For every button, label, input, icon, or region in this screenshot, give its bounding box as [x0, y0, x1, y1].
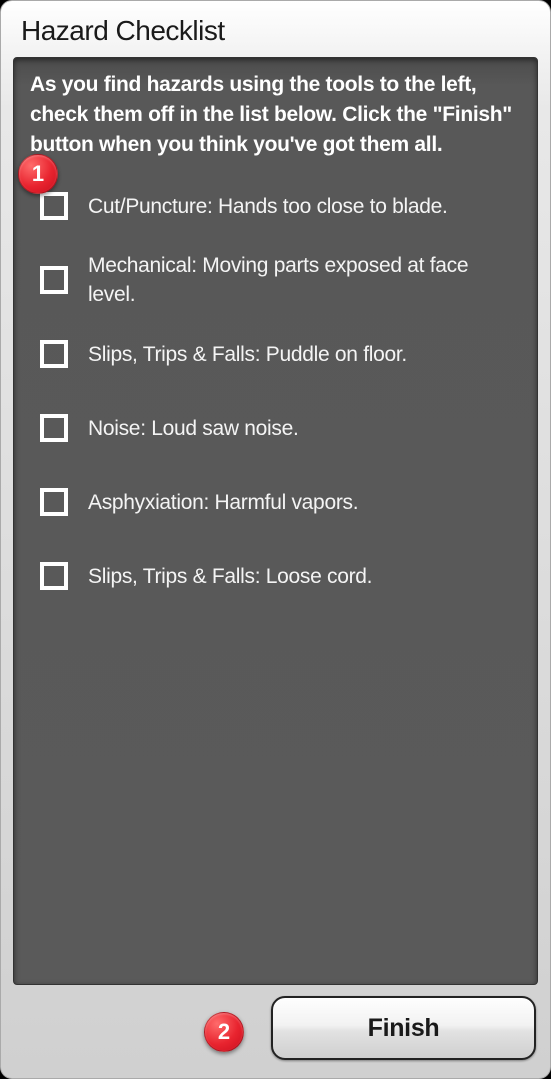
hazard-label: Cut/Puncture: Hands too close to blade.: [88, 192, 519, 221]
panel-footer: Finish: [1, 996, 550, 1060]
panel-title: Hazard Checklist: [13, 9, 538, 57]
hazard-label: Asphyxiation: Harmful vapors.: [88, 488, 519, 517]
checklist-body: As you find hazards using the tools to t…: [13, 57, 538, 985]
list-item: Cut/Puncture: Hands too close to blade.: [40, 169, 519, 243]
hazard-checkbox[interactable]: [40, 266, 68, 294]
hazard-checkbox[interactable]: [40, 192, 68, 220]
hazard-checklist-panel: Hazard Checklist As you find hazards usi…: [0, 0, 551, 1079]
checklist-items: Cut/Puncture: Hands too close to blade. …: [30, 169, 519, 613]
list-item: Slips, Trips & Falls: Loose cord.: [40, 539, 519, 613]
list-item: Slips, Trips & Falls: Puddle on floor.: [40, 317, 519, 391]
annotation-badge: 1: [18, 154, 58, 194]
hazard-checkbox[interactable]: [40, 488, 68, 516]
hazard-label: Noise: Loud saw noise.: [88, 414, 519, 443]
hazard-checkbox[interactable]: [40, 414, 68, 442]
hazard-label: Mechanical: Moving parts exposed at face…: [88, 251, 519, 310]
hazard-checkbox[interactable]: [40, 340, 68, 368]
instructions-text: As you find hazards using the tools to t…: [30, 70, 519, 159]
list-item: Noise: Loud saw noise.: [40, 391, 519, 465]
finish-button[interactable]: Finish: [271, 996, 536, 1060]
list-item: Asphyxiation: Harmful vapors.: [40, 465, 519, 539]
hazard-checkbox[interactable]: [40, 562, 68, 590]
annotation-badge: 2: [204, 1012, 244, 1052]
hazard-label: Slips, Trips & Falls: Loose cord.: [88, 562, 519, 591]
hazard-label: Slips, Trips & Falls: Puddle on floor.: [88, 340, 519, 369]
list-item: Mechanical: Moving parts exposed at face…: [40, 243, 519, 317]
